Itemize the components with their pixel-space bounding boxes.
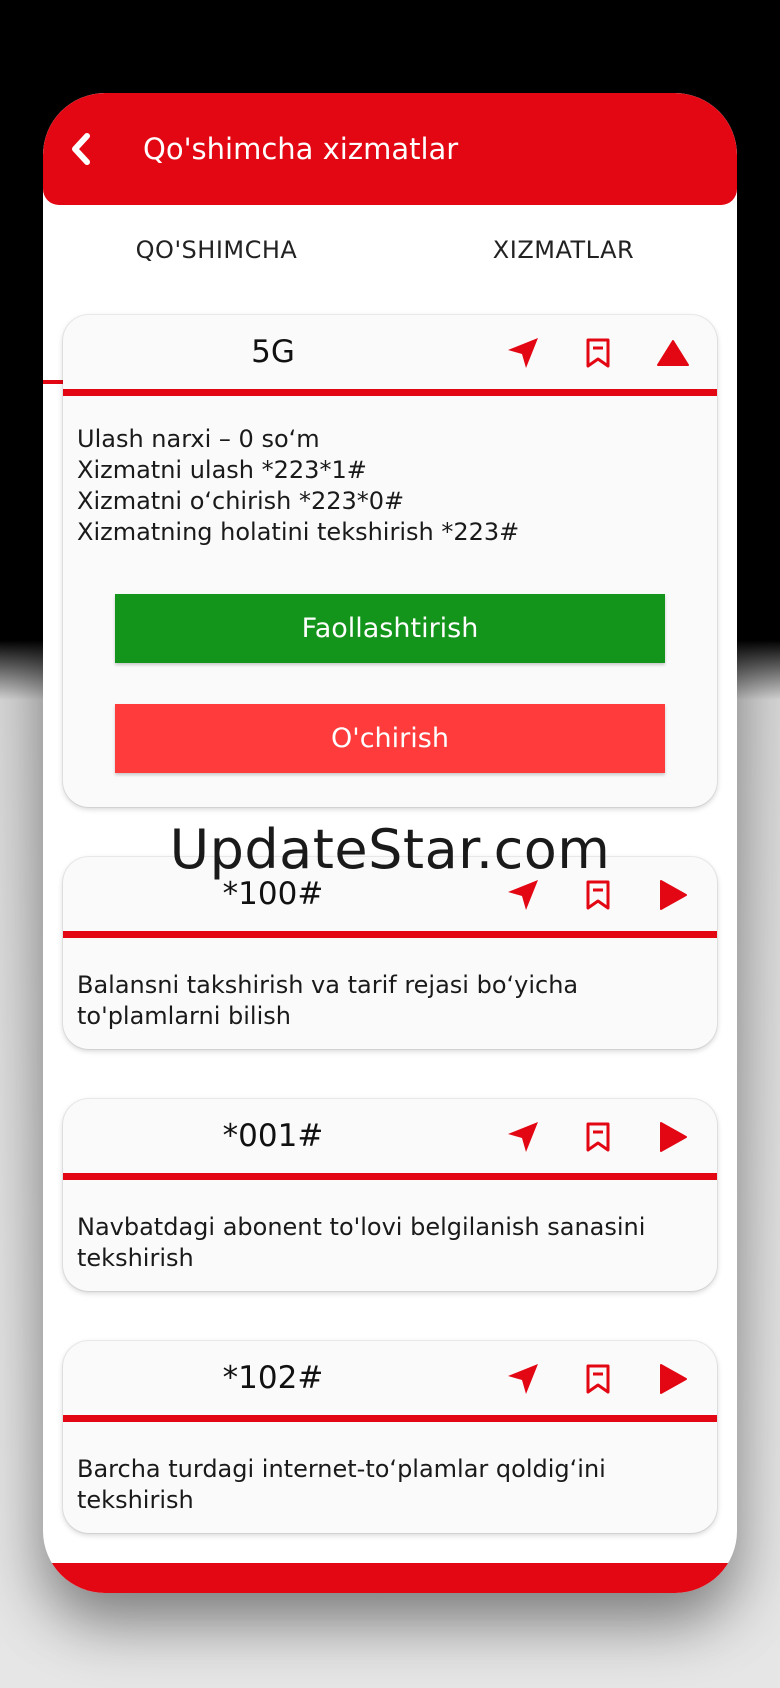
- bookmark-button[interactable]: [578, 1117, 618, 1157]
- expand-button[interactable]: [653, 1117, 693, 1157]
- card-divider: [63, 1173, 717, 1180]
- send-button[interactable]: [503, 333, 543, 373]
- bottom-navigation-bar: [43, 1563, 737, 1593]
- send-icon: [508, 1122, 538, 1152]
- send-button[interactable]: [503, 1117, 543, 1157]
- send-icon: [508, 1364, 538, 1394]
- send-button[interactable]: [503, 1359, 543, 1399]
- detail-line: Xizmatning holatini tekshirish *223#: [77, 518, 520, 546]
- service-card-001: *001# Navbatdagi abonent to'lovi belgila…: [63, 1099, 717, 1291]
- bookmark-icon: [586, 1122, 610, 1152]
- detail-line: Xizmatni o‘chirish *223*0#: [77, 487, 405, 515]
- service-card-100: *100# Balansni takshirish va tarif rejas…: [63, 857, 717, 1049]
- expand-button[interactable]: [653, 1359, 693, 1399]
- chevron-left-icon: [72, 133, 90, 165]
- bookmark-icon: [586, 1364, 610, 1394]
- send-icon: [508, 338, 538, 368]
- service-card-102: *102# Barcha turdagi internet-to‘plamlar…: [63, 1341, 717, 1533]
- service-description: Balansni takshirish va tarif rejasi bo‘y…: [77, 971, 579, 1030]
- service-details: Ulash narxi – 0 so‘m Xizmatni ulash *223…: [63, 396, 717, 548]
- tab-xizmatlar[interactable]: XIZMATLAR: [390, 205, 737, 295]
- bookmark-button[interactable]: [578, 875, 618, 915]
- triangle-up-icon: [657, 340, 689, 366]
- activate-button[interactable]: Faollashtirish: [115, 594, 665, 663]
- play-icon: [660, 880, 687, 910]
- bookmark-button[interactable]: [578, 333, 618, 373]
- service-code: *102#: [222, 1360, 324, 1396]
- back-button[interactable]: [61, 129, 101, 169]
- watermark: UpdateStar.com: [169, 818, 611, 881]
- deactivate-button[interactable]: O'chirish: [115, 704, 665, 773]
- play-icon: [660, 1364, 687, 1394]
- card-divider: [63, 389, 717, 396]
- play-icon: [660, 1122, 687, 1152]
- app-bar: Qo'shimcha xizmatlar: [43, 93, 737, 205]
- service-description: Navbatdagi abonent to'lovi belgilanish s…: [77, 1213, 646, 1272]
- bookmark-button[interactable]: [578, 1359, 618, 1399]
- service-description: Barcha turdagi internet-to‘plamlar qoldi…: [77, 1455, 606, 1514]
- card-divider: [63, 1415, 717, 1422]
- detail-line: Xizmatni ulash *223*1#: [77, 456, 367, 484]
- bookmark-icon: [586, 338, 610, 368]
- tab-qoshimcha[interactable]: QO'SHIMCHA: [43, 205, 390, 295]
- page-title: Qo'shimcha xizmatlar: [143, 132, 459, 166]
- service-card-5g: 5G Ulash narxi – 0 so‘m Xizmatni ulash *…: [63, 315, 717, 807]
- send-button[interactable]: [503, 875, 543, 915]
- collapse-button[interactable]: [653, 333, 693, 373]
- bookmark-icon: [586, 880, 610, 910]
- card-divider: [63, 931, 717, 938]
- send-icon: [508, 880, 538, 910]
- expand-button[interactable]: [653, 875, 693, 915]
- service-code: *001#: [222, 1118, 324, 1154]
- service-code: 5G: [251, 334, 295, 370]
- detail-line: Ulash narxi – 0 so‘m: [77, 425, 320, 453]
